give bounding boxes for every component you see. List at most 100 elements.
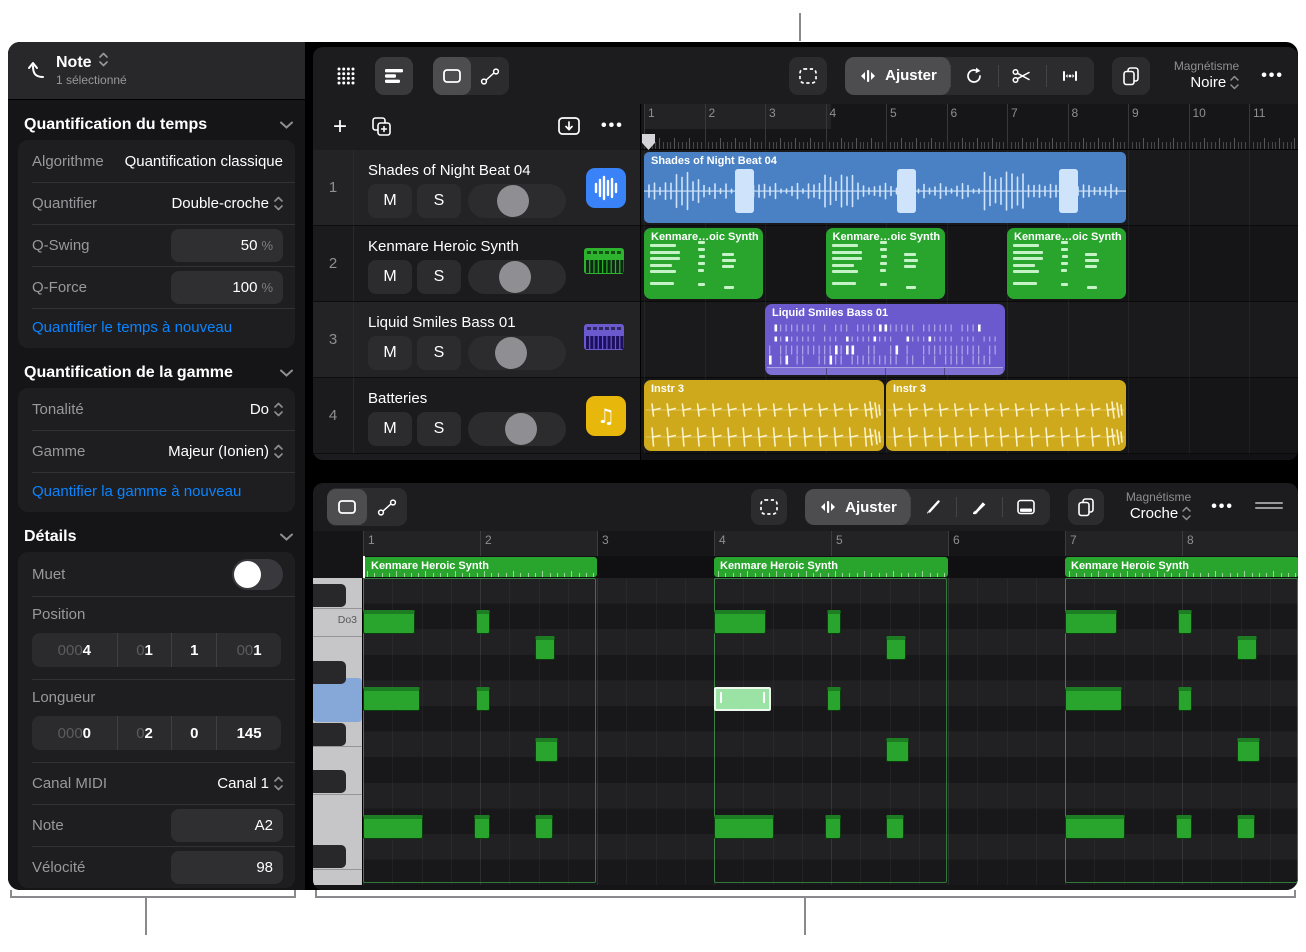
midi-note[interactable] bbox=[1237, 738, 1260, 762]
loop-button[interactable] bbox=[950, 57, 998, 95]
synth-keyboard-icon[interactable] bbox=[582, 244, 626, 278]
requantize-scale-link[interactable]: Quantifier la gamme à nouveau bbox=[18, 472, 295, 512]
marquee-tool-button[interactable] bbox=[789, 57, 827, 95]
midi-note[interactable] bbox=[1065, 687, 1122, 711]
piano-keys[interactable]: Do3 bbox=[313, 578, 363, 885]
region-header[interactable]: Kenmare Heroic Synth bbox=[714, 557, 948, 577]
volume-slider[interactable] bbox=[468, 260, 566, 294]
mute-button[interactable]: M bbox=[368, 412, 412, 446]
midi-note[interactable] bbox=[1065, 815, 1125, 839]
solo-button[interactable]: S bbox=[417, 260, 461, 294]
midi-note[interactable] bbox=[1176, 815, 1192, 839]
midi-note[interactable] bbox=[827, 610, 841, 634]
select-tool-button[interactable] bbox=[433, 57, 471, 95]
midi-note[interactable] bbox=[714, 815, 774, 839]
track-row[interactable]: 4BatteriesMS♫ bbox=[313, 378, 640, 454]
solo-button[interactable]: S bbox=[417, 336, 461, 370]
inspector-title[interactable]: Note bbox=[56, 52, 108, 72]
tracks-view-button[interactable] bbox=[375, 57, 413, 95]
pencil-tool-button[interactable] bbox=[910, 489, 956, 525]
editor-magnetism-control[interactable]: Magnétisme Croche bbox=[1126, 491, 1191, 522]
midi-channel-row[interactable]: Canal MIDI Canal 1 bbox=[18, 762, 295, 804]
position-segment[interactable]: 01 bbox=[117, 633, 172, 667]
midi-note[interactable] bbox=[535, 815, 553, 839]
algorithm-row[interactable]: Algorithme Quantification classique bbox=[18, 140, 295, 182]
editor-select-tool-button[interactable] bbox=[327, 489, 367, 525]
length-segment[interactable]: 02 bbox=[117, 716, 172, 750]
black-key[interactable] bbox=[313, 661, 346, 684]
midi-note[interactable] bbox=[363, 687, 420, 711]
tracks-more-button[interactable]: ••• bbox=[1261, 67, 1284, 85]
qforce-field[interactable]: 100% bbox=[171, 271, 283, 304]
synth-keyboard-icon[interactable] bbox=[582, 320, 626, 354]
audio-waveform-icon[interactable] bbox=[586, 168, 626, 208]
section-scale-quantize-header[interactable]: Quantification de la gamme bbox=[24, 364, 293, 382]
mute-button[interactable]: M bbox=[368, 336, 412, 370]
import-track-button[interactable] bbox=[556, 114, 582, 143]
key-row[interactable]: Tonalité Do bbox=[18, 388, 295, 430]
editor-marquee-tool-button[interactable] bbox=[751, 489, 787, 525]
resize-handle[interactable] bbox=[1254, 498, 1284, 516]
requantize-time-link[interactable]: Quantifier le temps à nouveau bbox=[18, 308, 295, 348]
region-header[interactable]: Kenmare Heroic Synth bbox=[363, 557, 597, 577]
midi-note[interactable] bbox=[827, 687, 841, 711]
qswing-field[interactable]: 50% bbox=[171, 229, 283, 262]
midi-note[interactable] bbox=[476, 687, 490, 711]
section-time-quantize-header[interactable]: Quantification du temps bbox=[24, 116, 293, 134]
black-key[interactable] bbox=[313, 723, 346, 746]
position-segment[interactable]: 001 bbox=[216, 633, 281, 667]
midi-note[interactable] bbox=[363, 610, 415, 634]
quantize-row[interactable]: Quantifier Double-croche bbox=[18, 182, 295, 224]
timeline-ruler[interactable]: 1234567891011 bbox=[641, 104, 1298, 150]
timeline[interactable]: 1234567891011Shades of Night Beat 04Kenm… bbox=[640, 104, 1298, 460]
black-key[interactable] bbox=[313, 770, 346, 793]
note-resize-handle[interactable] bbox=[763, 692, 765, 703]
midi-note[interactable] bbox=[474, 815, 490, 839]
black-key[interactable] bbox=[313, 584, 346, 607]
length-value[interactable]: 0000020145 bbox=[32, 716, 281, 750]
black-key[interactable] bbox=[313, 845, 346, 868]
position-value[interactable]: 0004011001 bbox=[32, 633, 281, 667]
magnetism-control[interactable]: Magnétisme Noire bbox=[1174, 60, 1239, 91]
midi-note[interactable] bbox=[825, 815, 841, 839]
section-details-header[interactable]: Détails bbox=[24, 528, 293, 546]
join-button[interactable] bbox=[1046, 57, 1094, 95]
midi-note[interactable] bbox=[1065, 610, 1117, 634]
editor-ruler[interactable]: 12345678 bbox=[363, 531, 1298, 556]
trim-adjust-button[interactable]: Ajuster bbox=[845, 57, 950, 95]
note-resize-handle[interactable] bbox=[720, 692, 722, 703]
volume-knob[interactable] bbox=[497, 185, 529, 217]
brush-tool-button[interactable] bbox=[956, 489, 1002, 525]
midi-note[interactable] bbox=[714, 610, 766, 634]
track-row[interactable]: 3Liquid Smiles Bass 01MS bbox=[313, 302, 640, 378]
editor-paste-button[interactable] bbox=[1068, 489, 1104, 525]
back-up-arrow-icon[interactable] bbox=[24, 57, 46, 86]
midi-note[interactable] bbox=[1178, 610, 1192, 634]
add-track-button[interactable]: + bbox=[325, 112, 355, 142]
track-row[interactable]: 2Kenmare Heroic SynthMS bbox=[313, 226, 640, 302]
region-header[interactable]: Kenmare Heroic Synth bbox=[1065, 557, 1298, 577]
volume-slider[interactable] bbox=[468, 412, 566, 446]
midi-note[interactable] bbox=[535, 738, 558, 762]
position-segment[interactable]: 0004 bbox=[32, 633, 117, 667]
velocity-panel-button[interactable] bbox=[1002, 489, 1050, 525]
midi-note[interactable] bbox=[886, 815, 904, 839]
editor-more-button[interactable]: ••• bbox=[1211, 498, 1234, 516]
editor-automation-tool-button[interactable] bbox=[367, 489, 407, 525]
length-segment[interactable]: 0000 bbox=[32, 716, 117, 750]
selected-key[interactable] bbox=[313, 678, 362, 722]
volume-slider[interactable] bbox=[468, 336, 566, 370]
mute-button[interactable]: M bbox=[368, 184, 412, 218]
region-audio[interactable]: Shades of Night Beat 04 bbox=[644, 152, 1126, 223]
midi-note[interactable] bbox=[1178, 687, 1192, 711]
music-note-icon[interactable]: ♫ bbox=[586, 396, 626, 436]
track-row[interactable]: 1Shades of Night Beat 04MS bbox=[313, 150, 640, 226]
split-button[interactable] bbox=[998, 57, 1046, 95]
solo-button[interactable]: S bbox=[417, 412, 461, 446]
region-midi[interactable]: Kenmare…oic Synth bbox=[1007, 228, 1126, 299]
volume-knob[interactable] bbox=[505, 413, 537, 445]
duplicate-track-button[interactable] bbox=[369, 114, 393, 143]
mute-button[interactable]: M bbox=[368, 260, 412, 294]
editor-trim-adjust-button[interactable]: Ajuster bbox=[805, 489, 910, 525]
midi-note[interactable] bbox=[1237, 636, 1257, 660]
